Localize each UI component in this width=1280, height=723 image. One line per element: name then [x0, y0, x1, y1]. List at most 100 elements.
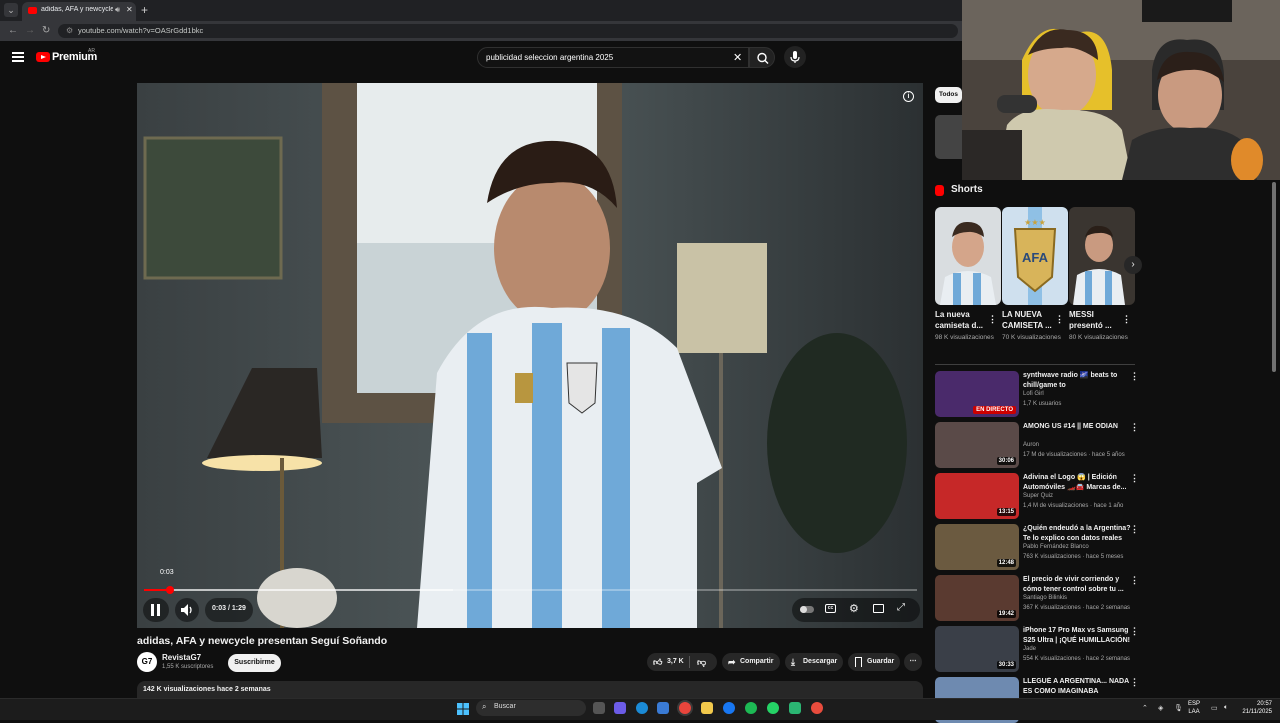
video-thumbnail[interactable]: 30:33 — [935, 626, 1019, 672]
video-menu-icon[interactable]: ⋮ — [1130, 371, 1139, 382]
video-thumbnail[interactable]: 13:15 — [935, 473, 1019, 519]
short-thumbnail[interactable] — [1069, 207, 1135, 305]
channel-name[interactable]: RevistaG7 — [162, 653, 201, 662]
tray-app-icon[interactable]: ◈ — [1158, 704, 1163, 712]
fullscreen-icon[interactable]: ⤢ — [897, 602, 905, 613]
new-tab-button[interactable]: + — [141, 3, 148, 17]
url-field[interactable]: ⚙ youtube.com/watch?v=OASrGdd1bkc — [58, 24, 958, 38]
short-menu-icon[interactable]: ⋮ — [1122, 314, 1131, 325]
video-thumbnail[interactable]: 12:48 — [935, 524, 1019, 570]
short-title[interactable]: La nueva camiseta d... — [935, 309, 987, 331]
app-icon[interactable] — [657, 702, 669, 714]
video-menu-icon[interactable]: ⋮ — [1130, 524, 1139, 535]
related-video-item[interactable]: 30:33 iPhone 17 Pro Max vs Samsung S25 Ul… — [935, 626, 1140, 672]
info-icon[interactable]: i — [903, 91, 914, 102]
video-title[interactable]: AMONG US #14 || ME ODIAN — [1023, 422, 1131, 432]
video-title[interactable]: synthwave radio 🌌 beats to chill/game to — [1023, 371, 1131, 391]
app-icon[interactable] — [789, 702, 801, 714]
video-menu-icon[interactable]: ⋮ — [1130, 422, 1139, 433]
related-video-item[interactable]: EN DIRECTO synthwave radio 🌌 beats to chi… — [935, 371, 1140, 417]
autoplay-toggle[interactable] — [800, 606, 814, 613]
miniplayer-icon[interactable] — [873, 604, 884, 613]
settings-icon[interactable]: ⚙ — [849, 602, 859, 615]
short-item[interactable]: AFA ★★★ LA NUEVA CAMISETA ... 70 K visual… — [1002, 207, 1068, 343]
voice-search-button[interactable] — [784, 46, 806, 68]
tab-list-icon[interactable]: ⌄ — [4, 3, 18, 17]
pause-button[interactable] — [143, 598, 169, 622]
tray-overflow-icon[interactable]: ⌃ — [1142, 704, 1148, 712]
video-thumbnail[interactable]: 30:06 — [935, 422, 1019, 468]
microphone-tray-icon[interactable]: 🎙︎ — [1174, 704, 1183, 712]
video-title[interactable]: ¿Quién endeudó a la Argentina? Te lo exp… — [1023, 524, 1131, 544]
search-input[interactable]: publicidad seleccion argentina 2025 ✕ — [477, 47, 749, 68]
back-icon[interactable]: ← — [8, 25, 18, 36]
download-button[interactable]: ⤓ Descargar — [785, 653, 843, 671]
video-menu-icon[interactable]: ⋮ — [1130, 677, 1139, 688]
share-button[interactable]: ➦ Compartir — [722, 653, 780, 671]
video-thumbnail[interactable]: EN DIRECTO — [935, 371, 1019, 417]
video-menu-icon[interactable]: ⋮ — [1130, 626, 1139, 637]
app-icon[interactable] — [811, 702, 823, 714]
shorts-next-button[interactable]: › — [1124, 256, 1142, 274]
reload-icon[interactable]: ↻ — [42, 25, 50, 36]
site-info-icon[interactable]: ⚙ — [66, 26, 73, 35]
short-thumbnail[interactable] — [935, 207, 1001, 305]
short-menu-icon[interactable]: ⋮ — [988, 314, 997, 325]
menu-icon[interactable] — [12, 52, 24, 62]
tab-close-icon[interactable]: ✕ — [126, 5, 133, 14]
clock[interactable]: 20:57 21/11/2025 — [1238, 700, 1272, 716]
video-title[interactable]: Adivina el Logo 😱 | Edición Automóviles … — [1023, 473, 1131, 493]
video-title[interactable]: El precio de vivir corriendo y cómo tene… — [1023, 575, 1131, 595]
video-title[interactable]: iPhone 17 Pro Max vs Samsung S25 Ultra |… — [1023, 626, 1131, 646]
microphone-icon — [790, 51, 800, 63]
short-item[interactable]: La nueva camiseta d... 98 K visualizacio… — [935, 207, 1001, 343]
save-button[interactable]: Guardar — [848, 653, 900, 671]
video-player[interactable]: i — [137, 83, 923, 628]
edge-icon[interactable] — [636, 702, 648, 714]
scrollbar[interactable] — [1272, 182, 1276, 372]
subtitles-icon[interactable]: cc — [825, 604, 836, 613]
video-menu-icon[interactable]: ⋮ — [1130, 473, 1139, 484]
video-menu-icon[interactable]: ⋮ — [1130, 575, 1139, 586]
related-video-item[interactable]: 12:48 ¿Quién endeudó a la Argentina? Te l… — [935, 524, 1140, 570]
forward-icon[interactable]: → — [25, 25, 35, 36]
video-thumbnail[interactable]: 19:42 — [935, 575, 1019, 621]
tab-audio-icon[interactable]: 🔊︎ — [115, 5, 120, 15]
partial-thumbnail[interactable] — [935, 115, 962, 159]
more-actions-button[interactable]: ⋯ — [904, 653, 922, 671]
mute-button[interactable] — [175, 598, 199, 622]
short-item[interactable]: MESSI presentó ... 80 K visualizaciones … — [1069, 207, 1135, 343]
browser-tab[interactable]: adidas, AFA y newcycle pre 🔊︎ ✕ — [22, 2, 136, 21]
taskbar-search[interactable]: ⌕ Buscar — [476, 700, 586, 716]
related-video-item[interactable]: 30:06 AMONG US #14 || ME ODIAN Auron 17 M d… — [935, 422, 1140, 468]
whatsapp-icon[interactable] — [767, 702, 779, 714]
network-icon[interactable]: ▭ — [1211, 704, 1218, 712]
subscribe-button[interactable]: Suscribirme — [228, 654, 281, 672]
related-video-item[interactable]: 13:15 Adivina el Logo 😱 | Edición Automóv… — [935, 473, 1140, 519]
short-title[interactable]: LA NUEVA CAMISETA ... — [1002, 309, 1054, 331]
clear-search-icon[interactable]: ✕ — [733, 51, 742, 64]
chrome-icon[interactable] — [679, 702, 691, 714]
spotify-icon[interactable] — [745, 702, 757, 714]
short-menu-icon[interactable]: ⋮ — [1055, 314, 1064, 325]
related-video-item[interactable]: 19:42 El precio de vivir corriendo y cómo… — [935, 575, 1140, 621]
speaker-icon[interactable]: 🔈︎ — [1224, 704, 1228, 712]
search-button[interactable] — [749, 47, 775, 68]
like-icon[interactable]: 👍︎ — [653, 653, 662, 671]
file-explorer-icon[interactable] — [701, 702, 713, 714]
copilot-icon[interactable] — [614, 702, 626, 714]
short-title[interactable]: MESSI presentó ... — [1069, 309, 1121, 331]
like-dislike-group: 👍︎ 3,7 K 👎︎ — [647, 653, 717, 671]
dislike-icon[interactable]: 👎︎ — [697, 653, 706, 671]
facebook-icon[interactable] — [723, 702, 735, 714]
scrubber-handle[interactable] — [166, 586, 174, 594]
like-count[interactable]: 3,7 K — [667, 653, 684, 671]
short-thumbnail[interactable]: AFA ★★★ — [1002, 207, 1068, 305]
video-title[interactable]: LLEGUÉ A ARGENTINA... NADA ES COMO IMAGI… — [1023, 677, 1131, 697]
channel-avatar[interactable]: G7 — [137, 652, 157, 672]
windows-start-icon[interactable] — [457, 702, 469, 715]
chip-all[interactable]: Todos — [935, 87, 962, 103]
webcam-overlay — [962, 0, 1280, 180]
language-indicator[interactable]: ESP LAA — [1188, 700, 1200, 716]
task-view-icon[interactable] — [593, 702, 605, 714]
